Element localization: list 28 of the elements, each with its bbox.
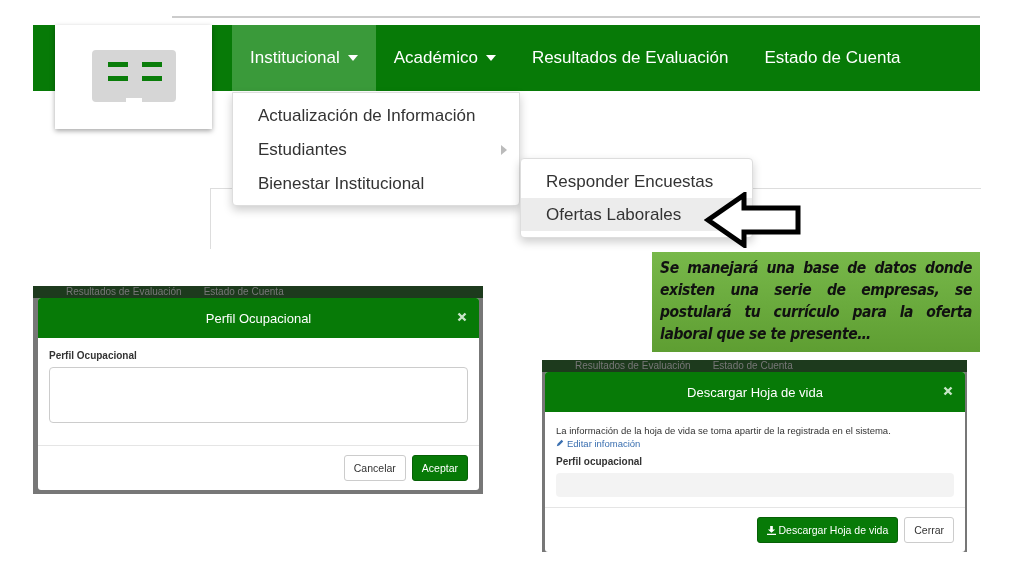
field-label: Perfil Ocupacional <box>49 350 138 361</box>
pencil-icon <box>556 439 564 447</box>
textarea-field[interactable] <box>49 367 468 423</box>
nav-tab[interactable]: Institucional <box>232 25 376 91</box>
callout-text: Se manejará una base de datos donde existen una serie de empresas, se postulará tu currículo para la oferta laboral que se te presente… <box>660 258 972 345</box>
menu-item[interactable]: Estudiantes <box>258 140 347 160</box>
close-icon[interactable] <box>943 386 953 396</box>
close-icon[interactable] <box>457 312 467 322</box>
nav-tab[interactable]: Académico <box>375 25 514 91</box>
modal-title: Descargar Hoja de vida <box>687 384 823 400</box>
secondary-button[interactable]: Cerrar <box>904 517 954 543</box>
logo-icon <box>91 50 176 102</box>
info-message: La información de la hoja de vida se toma apartir de la registrada en el sistema. Editar infomación <box>556 424 892 450</box>
menu-item[interactable]: Responder Encuestas <box>521 165 752 198</box>
menu-item[interactable]: Bienestar Institucional <box>258 174 425 194</box>
caret-icon <box>347 55 358 61</box>
nav-tab[interactable]: Estado de Cuenta <box>746 25 919 91</box>
submenu-caret-icon <box>501 145 507 155</box>
menu-item[interactable]: Actualización de Información <box>258 106 476 126</box>
download-icon <box>766 525 776 535</box>
modal-title: Perfil Ocupacional <box>205 310 312 326</box>
primary-button[interactable]: Descargar Hoja de vida <box>756 517 899 543</box>
nav-tab[interactable]: Resultados de Evaluación <box>513 25 747 91</box>
field-label: Perfil ocupacional <box>556 456 644 467</box>
edit-link[interactable]: Editar infomación <box>556 438 641 449</box>
caret-icon <box>485 55 496 61</box>
secondary-button[interactable]: Cancelar <box>343 455 406 481</box>
primary-button[interactable]: Aceptar <box>411 455 468 481</box>
